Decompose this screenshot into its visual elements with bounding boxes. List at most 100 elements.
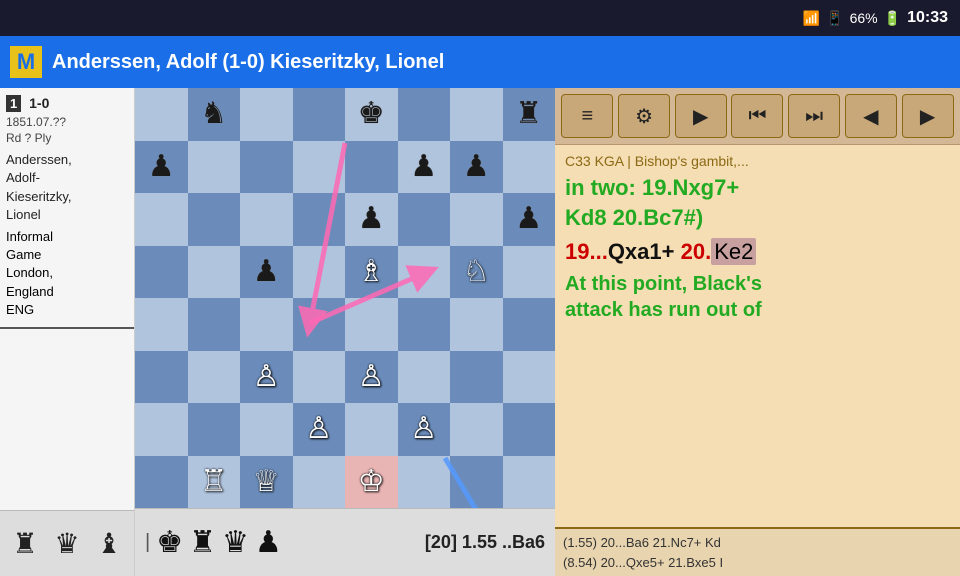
chess-piece: ♘ — [463, 257, 490, 287]
bottom-black-rook: ♜ — [189, 525, 216, 560]
board-cell[interactable] — [293, 246, 346, 299]
board-bottom-right: [20] 1.55 ..Ba6 — [425, 532, 545, 553]
board-cell[interactable] — [345, 298, 398, 351]
board-cell[interactable] — [188, 403, 241, 456]
board-cell[interactable] — [293, 141, 346, 194]
analysis-line-1: (1.55) 20...Ba6 21.Nc7+ Kd — [563, 533, 952, 553]
board-cell[interactable] — [293, 298, 346, 351]
board-cell[interactable] — [503, 141, 556, 194]
board-cell[interactable] — [240, 403, 293, 456]
board-cell[interactable] — [345, 141, 398, 194]
board-cell[interactable] — [503, 403, 556, 456]
board-cell[interactable] — [503, 246, 556, 299]
board-cell[interactable] — [240, 193, 293, 246]
next-button[interactable]: ▶ — [902, 94, 954, 138]
game-title: Anderssen, Adolf (1-0) Kieseritzky, Lion… — [52, 51, 950, 74]
board-cell[interactable]: ♖ — [188, 456, 241, 509]
board-cell[interactable]: ♙ — [293, 403, 346, 456]
board-cell[interactable]: ♞ — [188, 88, 241, 141]
board-cell[interactable] — [135, 88, 188, 141]
board-cell[interactable]: ♟ — [135, 141, 188, 194]
chess-piece: ♟ — [253, 257, 280, 287]
chess-piece: ♕ — [253, 467, 280, 497]
battery-percentage: 66% — [850, 10, 878, 26]
board-cell[interactable] — [503, 298, 556, 351]
board-cell[interactable]: ♟ — [240, 246, 293, 299]
board-cell[interactable]: ♟ — [345, 193, 398, 246]
board-cell[interactable]: ♘ — [450, 246, 503, 299]
board-cell[interactable] — [450, 403, 503, 456]
board-cell[interactable] — [450, 351, 503, 404]
player-names: Anderssen,Adolf-Kieseritzky,Lionel — [6, 151, 128, 224]
board-cell[interactable] — [293, 193, 346, 246]
board-cell[interactable] — [450, 193, 503, 246]
board-cell[interactable]: ♟ — [450, 141, 503, 194]
move-number-red: 19... — [565, 239, 608, 264]
board-cell[interactable] — [188, 298, 241, 351]
board-cell[interactable] — [240, 298, 293, 351]
prev-start-button[interactable]: ⏮ — [731, 94, 783, 138]
prev-button[interactable]: ◀ — [845, 94, 897, 138]
board-cell[interactable]: ♟ — [503, 193, 556, 246]
board-cell[interactable] — [293, 456, 346, 509]
board-cell[interactable]: ♙ — [398, 403, 451, 456]
board-cell[interactable] — [135, 351, 188, 404]
board-cell[interactable] — [398, 88, 451, 141]
board-cell[interactable] — [293, 88, 346, 141]
analysis-line-2: (8.54) 20...Qxe5+ 21.Bxe5 I — [563, 553, 952, 573]
board-cell[interactable] — [450, 88, 503, 141]
board-cell[interactable]: ♙ — [240, 351, 293, 404]
board-cell[interactable]: ♔ — [345, 456, 398, 509]
board-cell[interactable] — [135, 456, 188, 509]
app-logo: M — [10, 46, 42, 78]
board-cell[interactable] — [135, 403, 188, 456]
tactic-line-2: Kd8 20.Bc7#) — [565, 205, 950, 231]
board-cell[interactable]: ♜ — [503, 88, 556, 141]
board-cell[interactable]: ♚ — [345, 88, 398, 141]
sidebar-bottom-pieces: ♜ ♛ ♝ — [0, 510, 134, 576]
board-cell[interactable] — [450, 298, 503, 351]
board-cell[interactable] — [188, 351, 241, 404]
board-cell[interactable]: ♕ — [240, 456, 293, 509]
board-cell[interactable] — [188, 193, 241, 246]
board-cell[interactable] — [188, 141, 241, 194]
board-cell[interactable] — [293, 351, 346, 404]
board-cell[interactable] — [345, 403, 398, 456]
board-cell[interactable]: ♗ — [345, 246, 398, 299]
board-cell[interactable] — [450, 456, 503, 509]
menu-button[interactable]: ≡ — [561, 94, 613, 138]
chess-piece: ♙ — [410, 414, 437, 444]
board-cell[interactable] — [398, 298, 451, 351]
sidebar-piece-3: ♝ — [96, 527, 121, 560]
board-cell[interactable] — [503, 351, 556, 404]
bottom-black-rook2: ♛ — [222, 525, 249, 560]
board-cell[interactable] — [240, 141, 293, 194]
board-bottom-left: | ♚ ♜ ♛ ♟ — [145, 525, 282, 560]
event-type: InformalGame — [6, 228, 128, 264]
chess-board[interactable]: ♞♚♜♟♟♟♟♟♟♗♘♙♙♙♙♖♕♔ — [135, 88, 555, 508]
board-cell[interactable] — [398, 246, 451, 299]
board-cell[interactable] — [135, 193, 188, 246]
board-cell[interactable] — [398, 456, 451, 509]
board-cell[interactable]: ♟ — [398, 141, 451, 194]
board-cell[interactable]: ♙ — [345, 351, 398, 404]
board-cell[interactable] — [135, 246, 188, 299]
play-button[interactable]: ▶ — [675, 94, 727, 138]
settings-button[interactable]: ⚙ — [618, 94, 670, 138]
bottom-black-king: ♚ — [156, 525, 183, 560]
next-end-button[interactable]: ⏭ — [788, 94, 840, 138]
main-content: 1 1-0 1851.07.?? Rd ? Ply Anderssen,Adol… — [0, 88, 960, 576]
board-cell[interactable] — [188, 246, 241, 299]
move-info-text: [20] 1.55 ..Ba6 — [425, 532, 545, 553]
board-cell[interactable] — [503, 456, 556, 509]
comment-line: At this point, Black'sattack has run out… — [565, 271, 950, 323]
chess-piece: ♙ — [358, 362, 385, 392]
game-date: 1851.07.?? — [6, 114, 128, 131]
board-cell[interactable] — [398, 351, 451, 404]
board-cell[interactable] — [398, 193, 451, 246]
board-cell[interactable] — [240, 88, 293, 141]
board-cell[interactable] — [135, 298, 188, 351]
chess-piece: ♟ — [515, 204, 542, 234]
sidebar: 1 1-0 1851.07.?? Rd ? Ply Anderssen,Adol… — [0, 88, 135, 576]
chess-piece: ♙ — [253, 362, 280, 392]
